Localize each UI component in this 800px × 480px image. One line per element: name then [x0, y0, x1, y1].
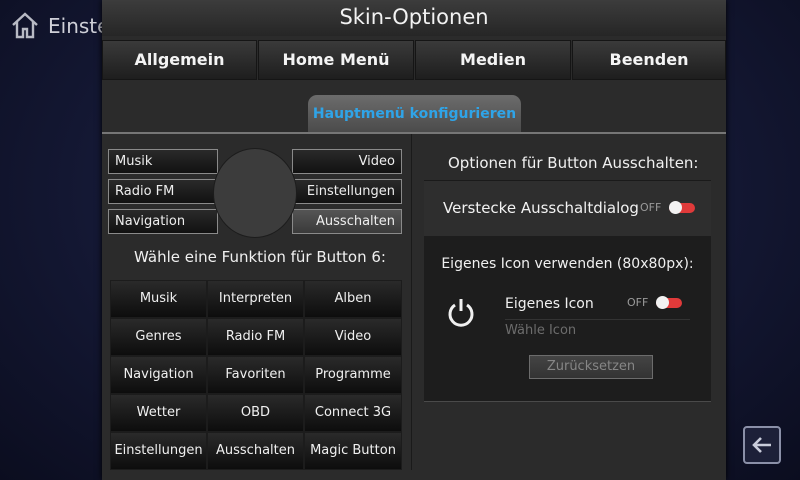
wheel-button-4[interactable]: Video	[292, 149, 402, 174]
function-button[interactable]: Musik	[110, 280, 207, 318]
wheel-button-6[interactable]: Ausschalten	[292, 209, 402, 234]
choose-icon-field[interactable]: Wähle Icon	[505, 323, 576, 338]
function-button[interactable]: Wetter	[110, 394, 207, 432]
dialog-title: Skin-Optionen	[102, 0, 726, 36]
options-heading: Optionen für Button Ausschalten:	[448, 154, 699, 172]
function-button[interactable]: Genres	[110, 318, 207, 356]
function-button[interactable]: Favoriten	[207, 356, 304, 394]
function-button[interactable]: Radio FM	[207, 318, 304, 356]
panel-divider	[411, 134, 412, 470]
subtab-divider	[102, 132, 726, 134]
tab-bar: Allgemein Home Menü Medien Beenden	[102, 40, 726, 80]
function-button[interactable]: Interpreten	[207, 280, 304, 318]
reset-button[interactable]: Zurücksetzen	[529, 355, 653, 379]
function-button[interactable]: Connect 3G	[304, 394, 402, 432]
toggle-state-text: OFF	[640, 201, 662, 214]
function-button[interactable]: Ausschalten	[207, 432, 304, 470]
subtab-hauptmenu-konfigurieren[interactable]: Hauptmenü konfigurieren	[308, 95, 521, 133]
wheel-button-5[interactable]: Einstellungen	[292, 179, 402, 204]
hide-dialog-label: Verstecke Ausschaltdialog	[443, 199, 639, 217]
custom-icon-toggle[interactable]: OFF	[627, 295, 683, 311]
toggle-state-text: OFF	[627, 296, 649, 309]
function-prompt: Wähle eine Funktion für Button 6:	[134, 248, 386, 266]
home-icon[interactable]	[10, 10, 40, 40]
function-button[interactable]: Programme	[304, 356, 402, 394]
wheel-button-2[interactable]: Radio FM	[108, 179, 218, 204]
power-icon	[448, 299, 474, 327]
custom-icon-label: Eigenes Icon	[505, 296, 594, 312]
tab-beenden[interactable]: Beenden	[572, 40, 726, 80]
function-grid: Musik Interpreten Alben Genres Radio FM …	[110, 280, 402, 470]
tab-medien[interactable]: Medien	[415, 40, 571, 80]
wheel-button-3[interactable]: Navigation	[108, 209, 218, 234]
row-divider	[505, 319, 690, 320]
hide-dialog-row: Verstecke Ausschaltdialog OFF	[424, 180, 711, 237]
wheel-button-1[interactable]: Musik	[108, 149, 218, 174]
tab-allgemein[interactable]: Allgemein	[102, 40, 257, 80]
back-button[interactable]	[743, 426, 781, 464]
skin-options-dialog: Skin-Optionen Allgemein Home Menü Medien…	[102, 0, 726, 480]
tab-home-menu[interactable]: Home Menü	[258, 40, 414, 80]
hide-dialog-toggle[interactable]: OFF	[640, 200, 696, 216]
function-button[interactable]: Magic Button	[304, 432, 402, 470]
function-button[interactable]: Navigation	[110, 356, 207, 394]
function-button[interactable]: Einstellungen	[110, 432, 207, 470]
toggle-knob	[656, 296, 669, 309]
toggle-knob	[669, 201, 682, 214]
wheel-center	[213, 148, 297, 238]
back-arrow-icon	[752, 437, 771, 453]
function-button[interactable]: Alben	[304, 280, 402, 318]
function-button[interactable]: Video	[304, 318, 402, 356]
custom-icon-title: Eigenes Icon verwenden (80x80px):	[441, 256, 694, 272]
function-button[interactable]: OBD	[207, 394, 304, 432]
custom-icon-section: Eigenes Icon verwenden (80x80px): Eigene…	[424, 236, 711, 402]
